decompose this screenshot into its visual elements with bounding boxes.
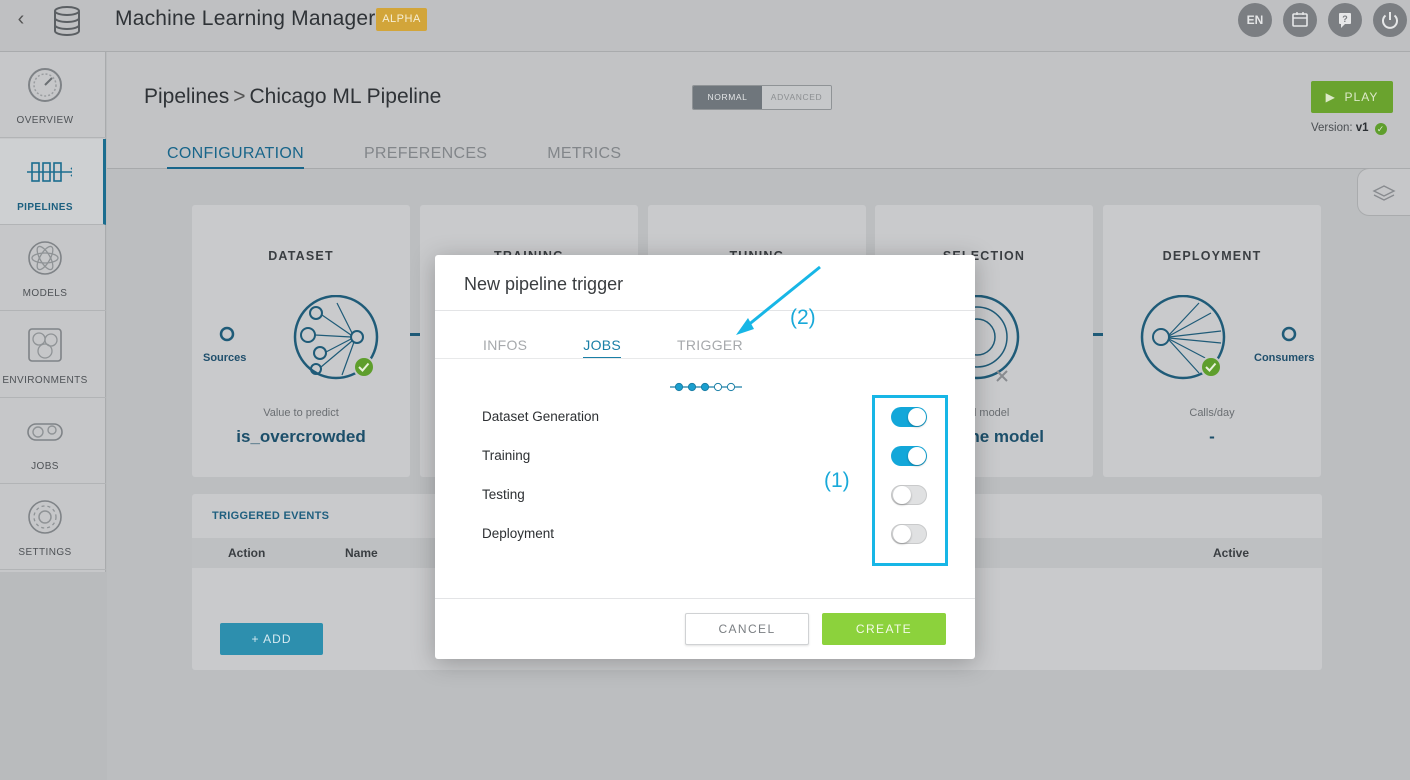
- modal-title: New pipeline trigger: [464, 274, 624, 294]
- language-button[interactable]: EN: [1238, 3, 1272, 37]
- mode-toggle: NORMAL ADVANCED: [692, 85, 832, 110]
- create-button[interactable]: CREATE: [822, 613, 946, 645]
- gauge-icon: [28, 68, 62, 102]
- mode-advanced-button[interactable]: ADVANCED: [762, 86, 831, 109]
- layers-button[interactable]: [1357, 168, 1410, 216]
- gear-icon: [28, 500, 62, 534]
- deployment-icon: [1140, 295, 1226, 380]
- sidebar-item-settings[interactable]: SETTINGS: [0, 484, 106, 570]
- divider: [435, 358, 975, 359]
- step-subtitle: Calls/day: [1189, 407, 1235, 419]
- sidebar-item-pipelines[interactable]: PIPELINES: [0, 139, 106, 225]
- version-label: Version:: [1311, 122, 1353, 134]
- alpha-badge: ALPHA: [376, 8, 427, 31]
- step-value: -: [1209, 427, 1215, 446]
- check-icon: ✓: [1374, 123, 1387, 135]
- column-action: Action: [228, 546, 266, 560]
- job-label-training: Training: [482, 448, 531, 463]
- tab-trigger[interactable]: TRIGGER: [677, 337, 743, 359]
- job-label-deployment: Deployment: [482, 526, 555, 541]
- database-logo-icon: [54, 6, 80, 37]
- gears-icon: [27, 423, 63, 441]
- sidebar-item-label: SETTINGS: [18, 547, 72, 558]
- sidebar: OVERVIEW PIPELINES MODELS ENVIRONMENTS J…: [0, 52, 106, 572]
- tab-preferences[interactable]: PREFERENCES: [364, 145, 487, 169]
- step-title: DEPLOYMENT: [1162, 249, 1262, 263]
- annotation-label-two: (2): [790, 306, 816, 329]
- version-info: Version: v1 ✓: [1311, 122, 1387, 135]
- atom-icon: [28, 241, 62, 275]
- tab-metrics[interactable]: METRICS: [547, 145, 621, 169]
- breadcrumb: Pipelines > Chicago ML Pipeline: [144, 85, 441, 109]
- tab-jobs[interactable]: JOBS: [583, 337, 622, 359]
- step-subtitle: Value to predict: [263, 407, 339, 419]
- sidebar-item-label: PIPELINES: [17, 202, 73, 213]
- mode-normal-button[interactable]: NORMAL: [693, 86, 762, 109]
- tab-configuration[interactable]: CONFIGURATION: [167, 145, 304, 169]
- sources-node-icon: [219, 326, 235, 342]
- modal-tabs: INFOS JOBS TRIGGER: [483, 337, 799, 359]
- tab-infos[interactable]: INFOS: [483, 337, 527, 359]
- add-event-button[interactable]: + ADD: [220, 623, 323, 655]
- power-icon[interactable]: [1373, 3, 1407, 37]
- step-value: is_overcrowded: [236, 427, 366, 446]
- layers-icon: [1372, 185, 1396, 201]
- calendar-icon[interactable]: [1283, 3, 1317, 37]
- dataset-icon: [293, 295, 379, 380]
- annotation-highlight-box: [872, 395, 948, 566]
- app-title: Machine Learning Manager: [115, 7, 376, 30]
- events-title: TRIGGERED EVENTS: [212, 510, 330, 522]
- sources-label: Sources: [203, 352, 247, 364]
- back-arrow-icon[interactable]: ‹: [10, 8, 32, 30]
- sidebar-item-models[interactable]: MODELS: [0, 225, 106, 311]
- divider: [435, 310, 975, 311]
- sidebar-item-overview[interactable]: OVERVIEW: [0, 52, 106, 138]
- pipeline-tabs: CONFIGURATION PREFERENCES METRICS: [167, 145, 681, 169]
- top-bar: ‹ Machine Learning Manager ALPHA EN ?: [0, 0, 1410, 52]
- sidebar-item-jobs[interactable]: JOBS: [0, 398, 106, 484]
- breadcrumb-current: Chicago ML Pipeline: [249, 85, 442, 108]
- cancel-button[interactable]: CANCEL: [685, 613, 809, 645]
- breadcrumb-separator: >: [233, 85, 246, 108]
- consumers-label: Consumers: [1254, 352, 1315, 364]
- pipeline-icon: [27, 162, 72, 182]
- column-active: Active: [1213, 546, 1250, 560]
- play-button[interactable]: ▶ PLAY: [1311, 81, 1393, 113]
- sidebar-item-label: OVERVIEW: [16, 115, 74, 126]
- column-name: Name: [345, 546, 378, 560]
- sidebar-item-label: JOBS: [31, 461, 59, 472]
- svg-text:?: ?: [1342, 14, 1348, 24]
- annotation-label-one: (1): [824, 469, 850, 492]
- new-trigger-modal: New pipeline trigger INFOS JOBS TRIGGER …: [435, 255, 975, 659]
- play-label: PLAY: [1344, 90, 1379, 104]
- job-label-testing: Testing: [482, 487, 525, 502]
- help-icon[interactable]: ?: [1328, 3, 1362, 37]
- job-label-dataset-generation: Dataset Generation: [482, 409, 600, 424]
- sidebar-item-label: MODELS: [22, 288, 68, 299]
- cube-icon: [28, 328, 62, 362]
- consumers-node-icon: [1281, 326, 1297, 342]
- pipeline-header: Pipelines > Chicago ML Pipeline NORMAL ADV…: [107, 52, 1410, 169]
- step-title: DATASET: [268, 249, 334, 263]
- play-icon: ▶: [1325, 90, 1336, 104]
- progress-stepper: [670, 382, 742, 392]
- sidebar-item-environments[interactable]: ENVIRONMENTS: [0, 312, 106, 398]
- breadcrumb-root-link[interactable]: Pipelines: [144, 85, 229, 108]
- divider: [435, 598, 975, 599]
- version-value: v1: [1355, 122, 1369, 134]
- sidebar-item-label: ENVIRONMENTS: [2, 375, 88, 386]
